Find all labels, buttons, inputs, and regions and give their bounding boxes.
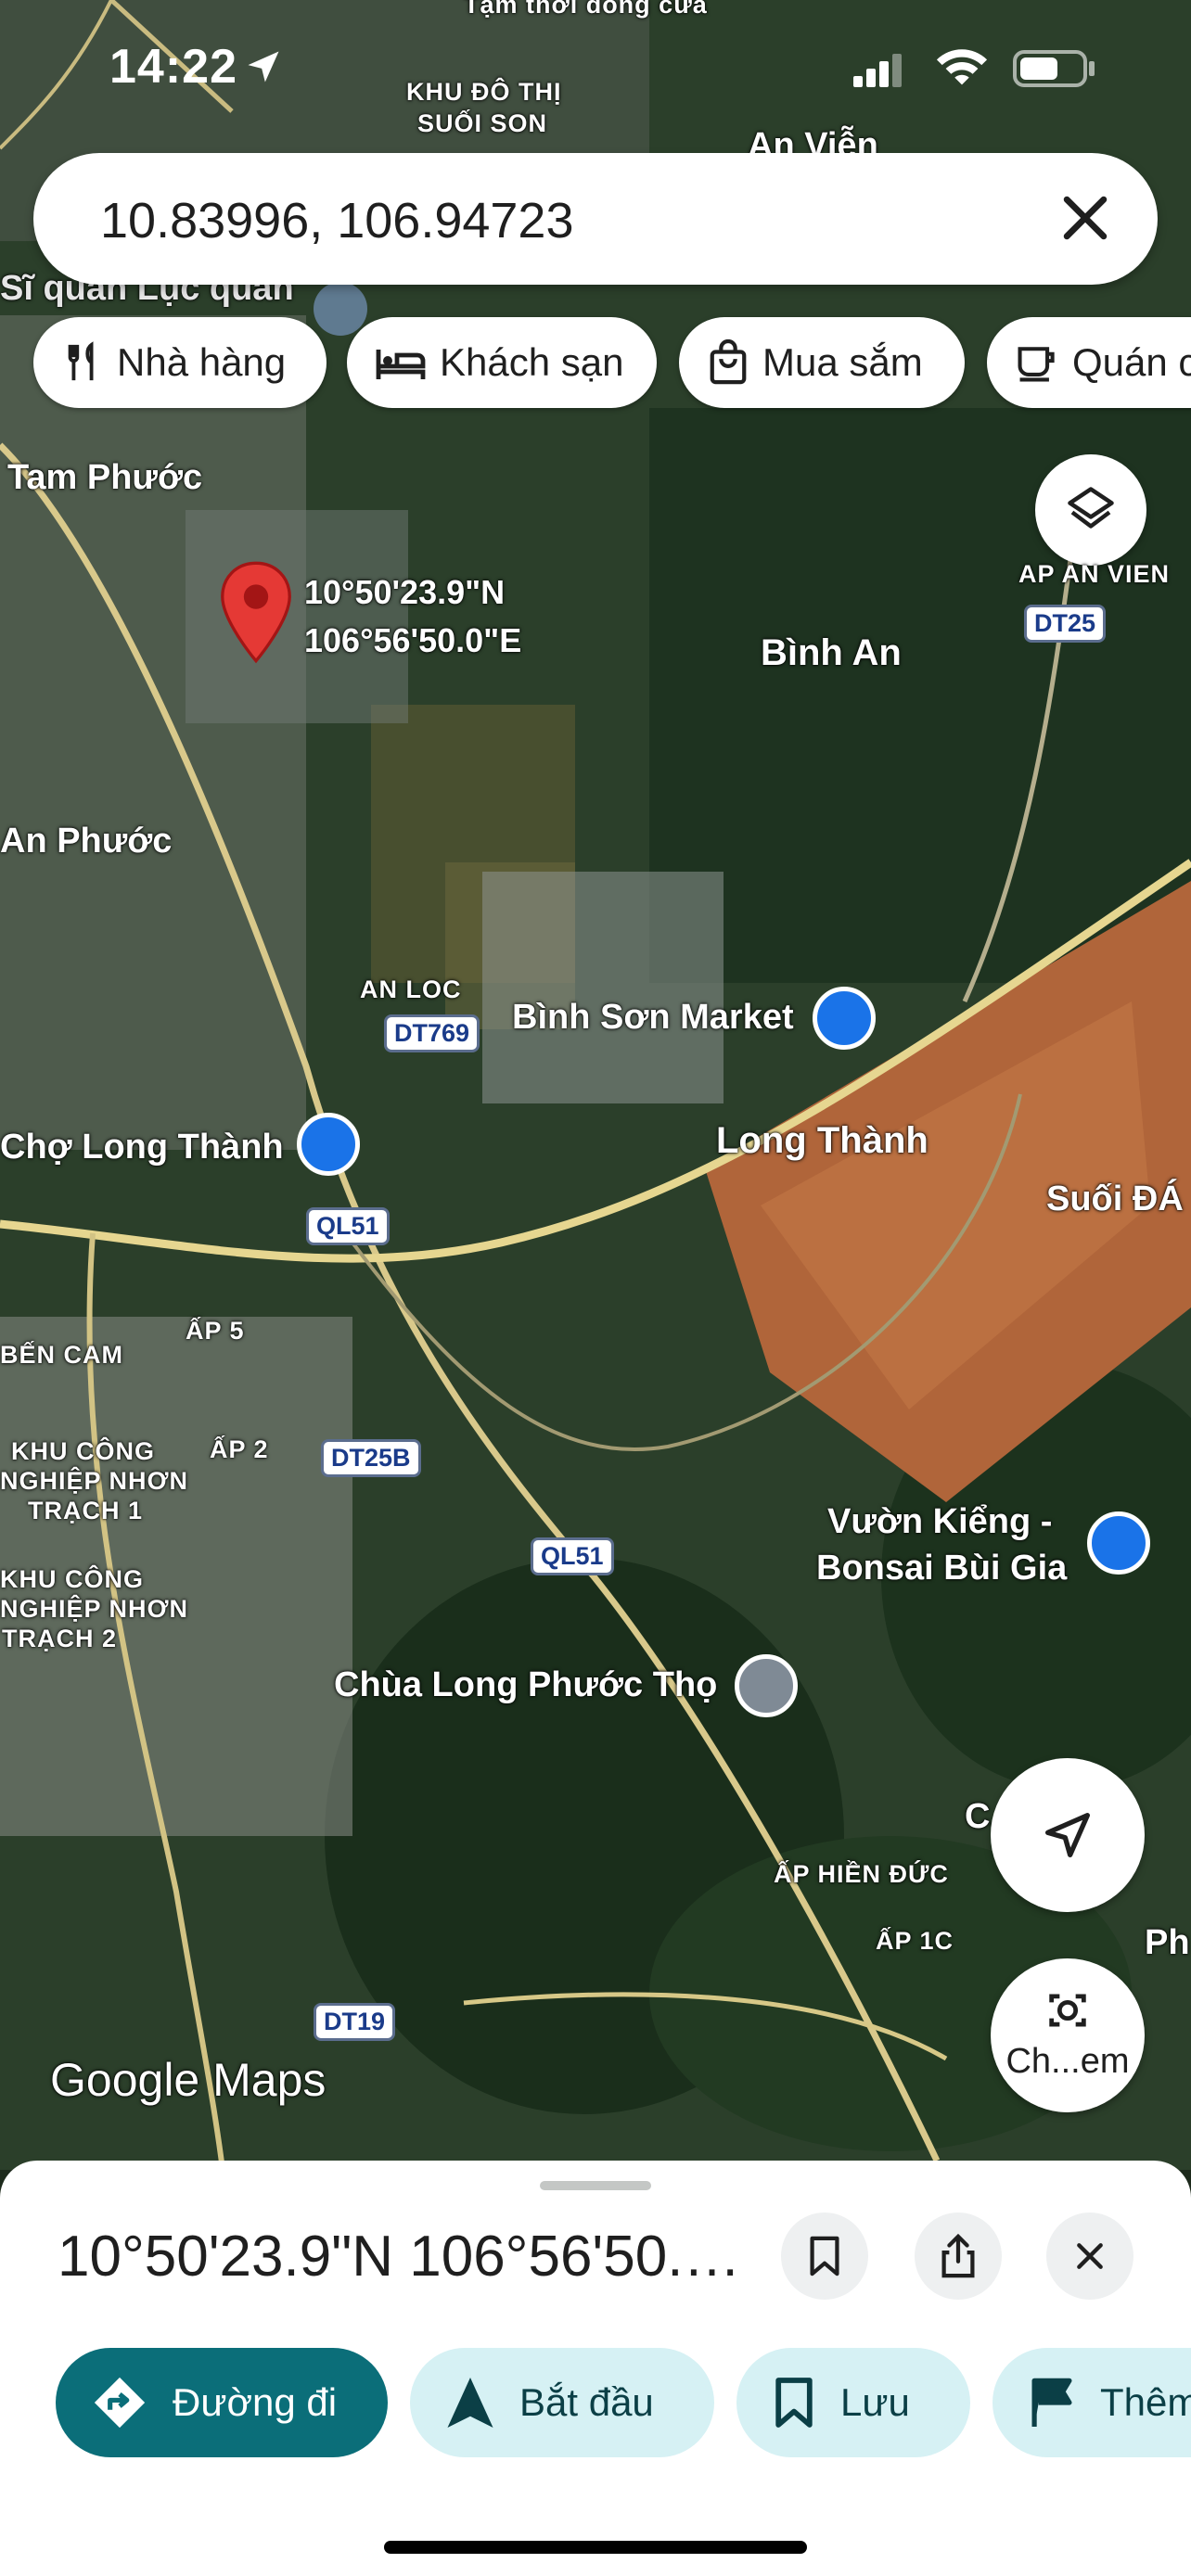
street-view-button[interactable]: Ch...em (991, 1958, 1145, 2112)
chip-coffee[interactable]: Quán cà phê (987, 317, 1191, 408)
chip-label: Khách sạn (440, 340, 624, 384)
map-label: TRẠCH 1 (28, 1497, 144, 1524)
directions-label: Đường đi (173, 2380, 338, 2424)
my-location-button[interactable] (991, 1758, 1145, 1912)
road-shield: DT769 (384, 1014, 480, 1052)
map-label: Tam Phước (7, 458, 203, 497)
search-bar[interactable]: 10.83996, 106.94723 (33, 153, 1158, 285)
map-label: BẾN CAM (0, 1341, 123, 1369)
close-icon[interactable] (1054, 186, 1117, 249)
pin-longitude: 106°56'50.0"E (304, 621, 522, 659)
share-button[interactable] (915, 2213, 1002, 2300)
location-pin-icon[interactable] (219, 560, 293, 664)
street-view-label: Ch...em (1005, 2042, 1130, 2081)
map-label: Long Thành (716, 1120, 928, 1161)
map-label: Chợ Long Thành (0, 1128, 284, 1167)
map-label: AN LOC (360, 976, 462, 1003)
close-icon (1077, 2243, 1103, 2269)
map-label: Bình An (761, 632, 902, 673)
map-label: ẤP 2 (210, 1435, 269, 1463)
share-icon (941, 2233, 975, 2278)
layers-button[interactable] (1035, 454, 1146, 566)
close-sheet-button[interactable] (1046, 2213, 1133, 2300)
coffee-icon (1018, 347, 1055, 382)
map-label: ẤP 1C (876, 1927, 954, 1955)
battery-icon (1013, 50, 1095, 87)
school-poi-icon[interactable] (314, 282, 367, 336)
navigation-arrow-icon (1045, 1813, 1090, 1857)
home-indicator[interactable] (384, 2541, 807, 2554)
chip-label: Quán cà phê (1072, 340, 1191, 384)
camera-icon (1049, 1994, 1086, 2027)
road-shield: DT19 (314, 2003, 396, 2041)
shopping-cart-poi-icon[interactable] (297, 1113, 360, 1176)
flag-icon (1031, 2378, 1072, 2427)
bookmark-icon (810, 2236, 839, 2276)
shopping-bag-icon (710, 339, 747, 385)
temple-poi-icon[interactable] (735, 1654, 798, 1717)
place-bottom-sheet[interactable]: 10°50'23.9"N 106°56'50.0"E Đường đi Bắt … (0, 2161, 1191, 2576)
chip-hotels[interactable]: Khách sạn (347, 317, 657, 408)
cellular-signal-icon (853, 54, 902, 87)
chip-restaurants[interactable]: Nhà hàng (33, 317, 327, 408)
start-button[interactable]: Bắt đầu (410, 2348, 714, 2457)
map-label: ẤP 5 (186, 1317, 245, 1345)
map-label: Chùa Long Phước Thọ (334, 1665, 718, 1704)
road-shield: QL51 (531, 1537, 614, 1575)
shopping-cart-poi-icon[interactable] (813, 987, 876, 1050)
start-label: Bắt đầu (519, 2380, 654, 2424)
hotel-icon (376, 350, 426, 379)
status-bar: 14:22 (0, 37, 1191, 102)
location-arrow-icon (248, 51, 279, 83)
status-time: 14:22 (109, 40, 237, 94)
map-label: KHU ĐÔ THỊ (406, 78, 562, 106)
shopping-bag-poi-icon[interactable] (1087, 1511, 1150, 1575)
map-label: Ph (1145, 1923, 1190, 1962)
road-shield: DT25B (321, 1439, 421, 1477)
map-label: SUỐI SON (417, 109, 548, 137)
map-label: Bình Sơn Market (512, 998, 794, 1037)
chip-shopping[interactable]: Mua sắm (679, 317, 965, 408)
map-label: AP AN VIEN (1018, 560, 1171, 588)
map-label: Tạm thời đóng cửa (464, 0, 708, 19)
directions-icon (94, 2377, 146, 2429)
road-shield: QL51 (306, 1207, 390, 1245)
restaurant-icon (68, 341, 94, 381)
road-shield: DT25 (1024, 605, 1107, 643)
map-label: ẤP HIỀN ĐỨC (774, 1860, 949, 1888)
search-query[interactable]: 10.83996, 106.94723 (100, 192, 574, 249)
layers-icon (1068, 487, 1114, 529)
bookmark-icon (775, 2378, 813, 2428)
map-label: Suối ĐÁ (1046, 1180, 1184, 1218)
google-maps-logo: Google Maps (50, 2054, 327, 2106)
map-label: KHU CÔNG (11, 1437, 155, 1465)
wifi-icon (936, 49, 988, 85)
chip-label: Nhà hàng (117, 340, 287, 384)
sheet-drag-handle[interactable] (540, 2181, 651, 2190)
chip-label: Mua sắm (762, 340, 923, 384)
map-label: KHU CÔNG (0, 1565, 144, 1593)
map-label: NGHIỆP NHƠN (0, 1467, 189, 1495)
map-label: TRẠCH 2 (2, 1625, 118, 1652)
add-label-button[interactable]: Thêm nhãn (992, 2348, 1191, 2457)
pin-latitude: 10°50'23.9"N (304, 573, 506, 611)
add-label-label: Thêm nhãn (1100, 2380, 1191, 2424)
map-label: An Phước (0, 822, 173, 861)
place-title: 10°50'23.9"N 106°56'50.0"E (58, 2225, 753, 2289)
map-label: Bonsai Bùi Gia (816, 1549, 1068, 1588)
directions-button[interactable]: Đường đi (56, 2348, 388, 2457)
navigation-arrow-icon (447, 2378, 493, 2428)
map-label: Vườn Kiểng - (827, 1502, 1053, 1541)
map-label: NGHIỆP NHƠN (0, 1595, 189, 1623)
save-button[interactable] (781, 2213, 868, 2300)
save-label: Lưu (840, 2380, 910, 2424)
save-pill-button[interactable]: Lưu (736, 2348, 970, 2457)
